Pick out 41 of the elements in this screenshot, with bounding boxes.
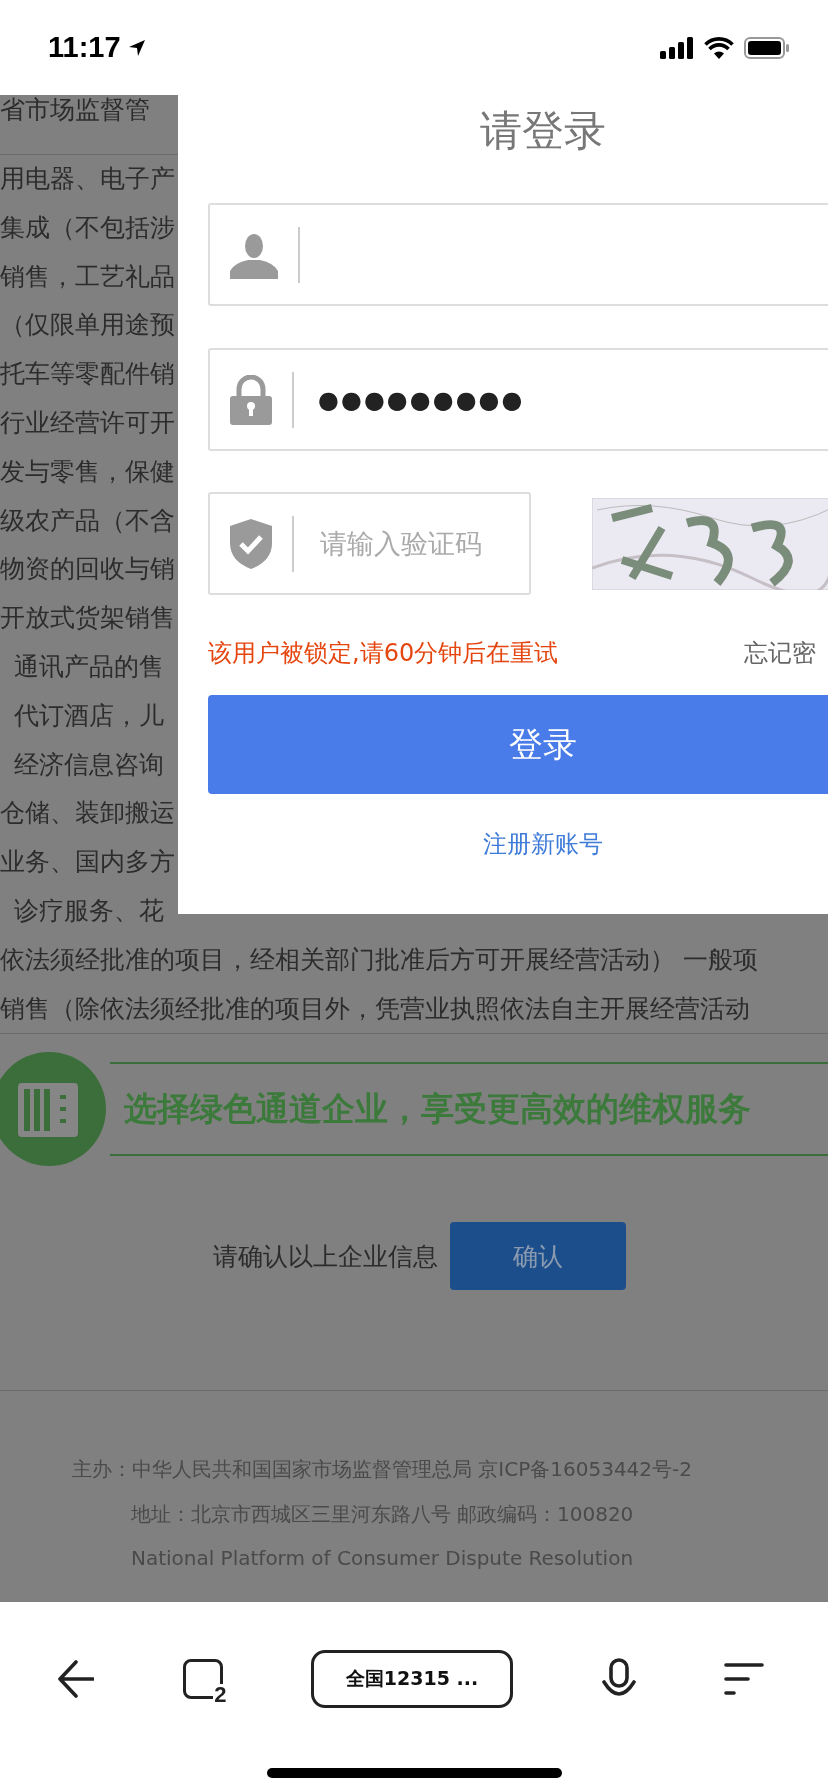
business-scope-text: 销售，工艺礼品 [0, 260, 175, 293]
business-scope-text: 通讯产品的售 [13, 650, 164, 683]
address-bar[interactable]: 全国12315 ... [311, 1650, 513, 1708]
business-scope-text: 行业经营许可开 [0, 407, 175, 439]
captcha-input[interactable]: 请输入验证码 [318, 527, 512, 560]
status-time: 11:17 [48, 31, 121, 64]
business-scope-text: 级农产品（不含 [0, 504, 175, 537]
password-field[interactable]: ●●●●●●●●● [208, 348, 828, 451]
register-link[interactable]: 注册新账号 [483, 828, 603, 860]
business-scope-text: 开放式货架销售 [0, 602, 175, 635]
banner-text: 选择绿色通道企业，享受更高效的维权服务 [124, 1087, 751, 1130]
business-scope-text: 物资的回收与销 [0, 553, 175, 586]
back-arrow-icon[interactable] [58, 1660, 94, 1698]
business-scope-text: 业务、国内多方 [0, 846, 175, 879]
business-scope-text: （仅限单用途预 [0, 309, 175, 342]
login-button[interactable]: 登录 [208, 695, 828, 794]
confirm-prompt: 请确认以上企业信息 [212, 1240, 438, 1273]
battery-icon [744, 36, 790, 59]
forgot-password-link[interactable]: 忘记密 [744, 637, 816, 669]
business-scope-text: 诊疗服务、花 [13, 894, 164, 927]
business-scope-text: 依法须经批准的项目，经相关部门批准后方可开展经营活动） 一般项 [0, 943, 758, 976]
wifi-icon [704, 36, 734, 59]
confirm-button[interactable]: 确认 [449, 1222, 626, 1291]
captcha-image[interactable] [592, 497, 828, 590]
business-scope-text: 集成（不包括涉 [0, 211, 175, 244]
error-message: 该用户被锁定,请60分钟后在重试 [208, 638, 559, 669]
business-scope-text: 代订酒店，儿 [13, 699, 164, 732]
username-field[interactable] [208, 203, 828, 306]
captcha-field[interactable]: 请输入验证码 [208, 492, 531, 595]
business-scope-text: 托车等零配件销 [0, 358, 175, 391]
business-scope-text: 仓储、装卸搬运 [0, 797, 175, 830]
business-scope-text: 销售（除依法须经批准的项目外，凭营业执照依法自主开展经营活动 [0, 992, 750, 1025]
dialog-title: 请登录 [479, 105, 607, 157]
business-scope-text: 发与零售，保健 [0, 455, 175, 488]
menu-icon[interactable] [724, 1661, 764, 1697]
business-scope-text: 用电器、电子产 [0, 163, 175, 195]
page-header-text: 省市场监督管 [0, 95, 150, 125]
signal-icon [660, 36, 694, 59]
business-scope-text: 经济信息咨询 [13, 748, 164, 781]
lock-icon [230, 374, 272, 425]
shield-check-icon [230, 518, 272, 569]
